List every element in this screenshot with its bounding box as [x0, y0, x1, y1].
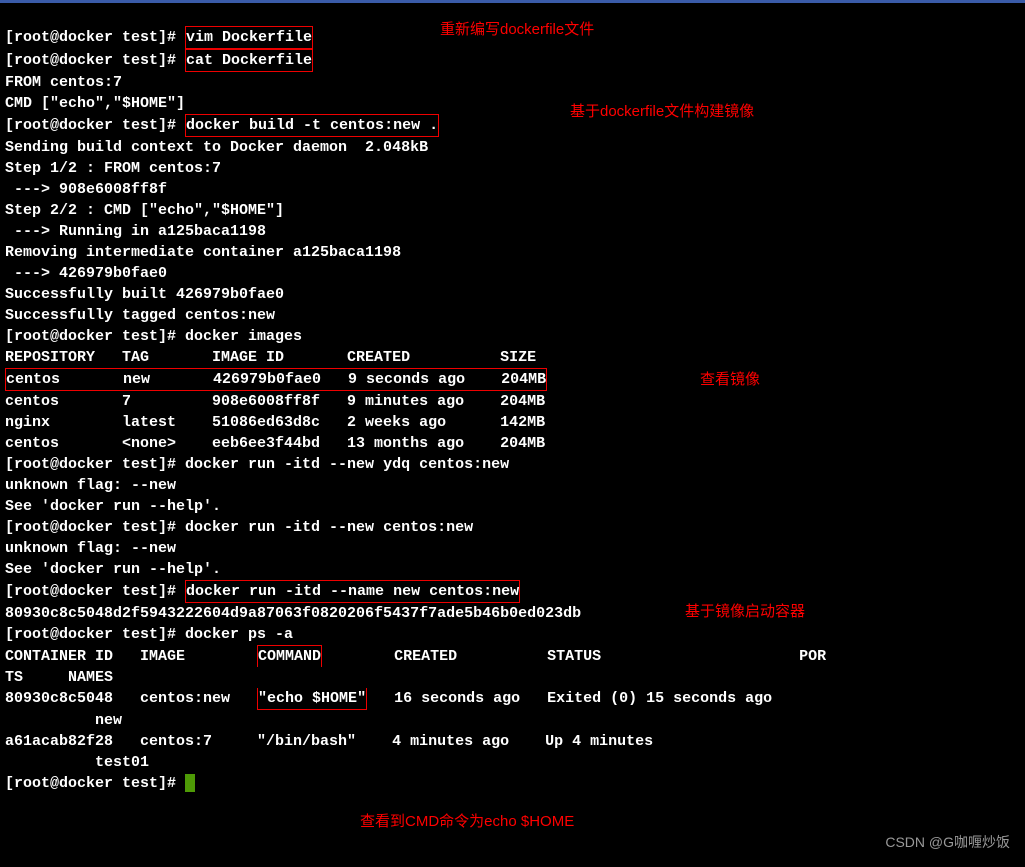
cmd-images: docker images — [185, 328, 302, 345]
build-out: ---> 908e6008ff8f — [5, 181, 167, 198]
annotation-run: 基于镜像启动容器 — [685, 600, 805, 621]
box-image-row: centos new 426979b0fae0 9 seconds ago 20… — [5, 368, 547, 391]
prompt: [root@docker test]# — [5, 29, 185, 46]
annotation-rewrite: 重新编写dockerfile文件 — [440, 18, 594, 39]
prompt: [root@docker test]# — [5, 626, 185, 643]
box-ps-cmd-val: "echo $HOME" — [257, 688, 367, 710]
build-out: Sending build context to Docker daemon 2… — [5, 139, 428, 156]
annotation-images: 查看镜像 — [700, 368, 760, 389]
err: unknown flag: --new — [5, 540, 176, 557]
prompt: [root@docker test]# — [5, 52, 185, 69]
prompt: [root@docker test]# — [5, 328, 185, 345]
cmd-run2: docker run -itd --new centos:new — [185, 519, 473, 536]
build-out: ---> Running in a125baca1198 — [5, 223, 266, 240]
prompt: [root@docker test]# — [5, 117, 185, 134]
err: unknown flag: --new — [5, 477, 176, 494]
ps-head: CONTAINER ID IMAGE COMMAND CREATED STATU… — [5, 648, 826, 686]
watermark: CSDN @G咖喱炒饭 — [885, 832, 1010, 852]
image-row: centos <none> eeb6ee3f44bd 13 months ago… — [5, 435, 545, 452]
prompt: [root@docker test]# — [5, 583, 185, 600]
prompt: [root@docker test]# — [5, 456, 185, 473]
box-ps-cmd-head: COMMAND — [257, 645, 322, 667]
build-out: Successfully tagged centos:new — [5, 307, 275, 324]
prompt: [root@docker test]# — [5, 775, 185, 792]
build-out: ---> 426979b0fae0 — [5, 265, 167, 282]
images-head: REPOSITORY TAG IMAGE ID CREATED SIZE — [5, 349, 536, 366]
file-line: CMD ["echo","$HOME"] — [5, 95, 185, 112]
err: See 'docker run --help'. — [5, 498, 221, 515]
ps-row: 80930c8c5048 centos:new "echo $HOME" 16 … — [5, 690, 799, 729]
file-line: FROM centos:7 — [5, 74, 122, 91]
annotation-build: 基于dockerfile文件构建镜像 — [570, 100, 754, 121]
box-vim: vim Dockerfile — [185, 26, 313, 49]
cmd-ps: docker ps -a — [185, 626, 293, 643]
box-build: docker build -t centos:new . — [185, 114, 439, 137]
prompt: [root@docker test]# — [5, 519, 185, 536]
build-out: Successfully built 426979b0fae0 — [5, 286, 284, 303]
build-out: Removing intermediate container a125baca… — [5, 244, 401, 261]
box-cat: cat Dockerfile — [185, 49, 313, 72]
err: See 'docker run --help'. — [5, 561, 221, 578]
image-row: nginx latest 51086ed63d8c 2 weeks ago 14… — [5, 414, 545, 431]
container-id: 80930c8c5048d2f5943222604d9a87063f082020… — [5, 605, 581, 622]
ps-row: a61acab82f28 centos:7 "/bin/bash" 4 minu… — [5, 733, 797, 771]
annotation-cmd: 查看到CMD命令为echo $HOME — [360, 810, 574, 831]
window-top-bar — [0, 0, 1025, 3]
build-out: Step 2/2 : CMD ["echo","$HOME"] — [5, 202, 284, 219]
box-run: docker run -itd --name new centos:new — [185, 580, 520, 603]
build-out: Step 1/2 : FROM centos:7 — [5, 160, 221, 177]
terminal-output: [root@docker test]# vim Dockerfile [root… — [5, 5, 1020, 794]
cursor[interactable] — [185, 774, 195, 792]
cmd-run1: docker run -itd --new ydq centos:new — [185, 456, 509, 473]
image-row: centos 7 908e6008ff8f 9 minutes ago 204M… — [5, 393, 545, 410]
